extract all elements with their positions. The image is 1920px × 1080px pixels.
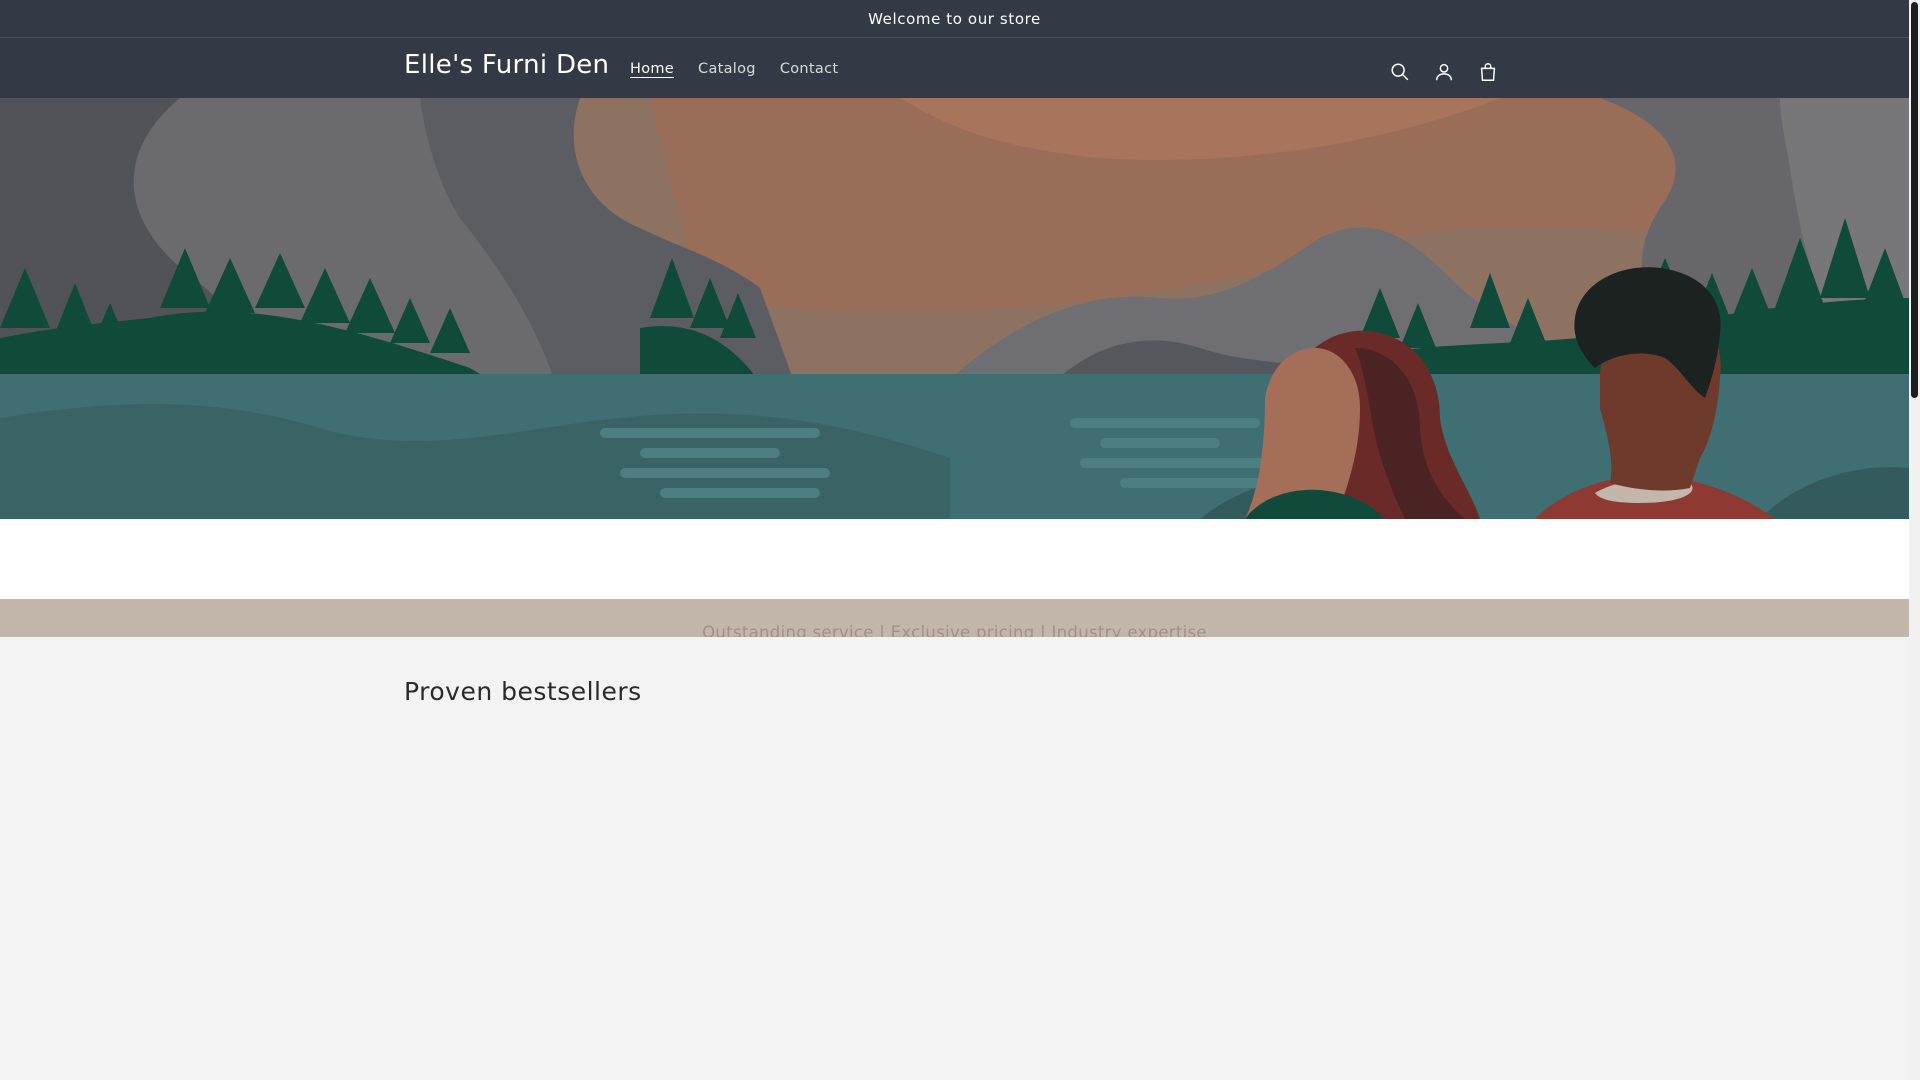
bestsellers-section: Proven bestsellers	[0, 637, 1909, 1080]
section-title: Proven bestsellers	[404, 677, 642, 706]
hero-banner	[0, 98, 1909, 519]
nav-contact[interactable]: Contact	[768, 58, 851, 80]
nav-catalog[interactable]: Catalog	[686, 58, 768, 80]
search-icon	[1391, 63, 1409, 81]
cart-icon	[1480, 63, 1496, 81]
header-icons	[1378, 50, 1510, 94]
nav-home[interactable]: Home	[618, 58, 686, 80]
scrollbar-thumb[interactable]	[1911, 2, 1918, 398]
spacer-band	[0, 519, 1909, 599]
main-nav: Home Catalog Contact	[618, 58, 850, 80]
site-header: Elle's Furni Den Home Catalog Contact	[0, 37, 1909, 98]
value-proposition-text: Outstanding service | Exclusive pricing …	[702, 623, 1207, 637]
search-button[interactable]	[1378, 50, 1422, 94]
hero-illustration	[0, 98, 1909, 519]
account-icon	[1435, 63, 1453, 81]
account-button[interactable]	[1422, 50, 1466, 94]
page: Welcome to our store Elle's Furni Den Ho…	[0, 0, 1909, 1080]
cart-button[interactable]	[1466, 50, 1510, 94]
announcement-bar: Welcome to our store	[0, 0, 1909, 37]
value-proposition-strip: Outstanding service | Exclusive pricing …	[0, 599, 1909, 637]
announcement-text: Welcome to our store	[868, 9, 1041, 28]
page-scrollbar[interactable]	[1909, 0, 1920, 1080]
store-logo[interactable]: Elle's Furni Den	[404, 50, 609, 80]
